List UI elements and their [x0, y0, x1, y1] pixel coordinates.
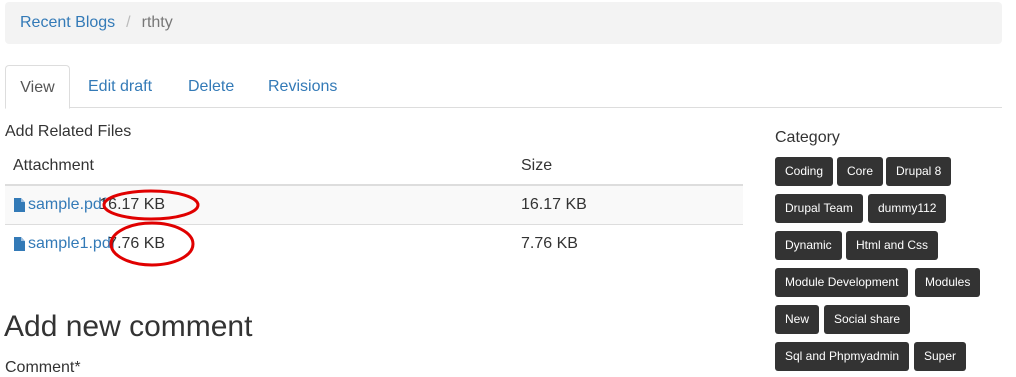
table-row: sample.pdf 16.17 KB 16.17 KB — [5, 186, 743, 225]
file-inline-size: 16.17 KB — [99, 196, 166, 213]
breadcrumb-separator: / — [126, 14, 131, 31]
tab-delete[interactable]: Delete — [188, 65, 234, 108]
file-icon — [14, 237, 25, 251]
category-tag[interactable]: Super — [914, 342, 967, 371]
tab-edit-draft[interactable]: Edit draft — [88, 65, 152, 108]
file-icon — [14, 198, 25, 212]
attachment-cell: sample.pdf 16.17 KB — [13, 186, 165, 224]
tab-revisions[interactable]: Revisions — [268, 65, 337, 108]
file-link-sample[interactable]: sample.pdf — [13, 196, 106, 214]
column-header-size: Size — [521, 156, 553, 174]
category-title: Category — [775, 129, 840, 146]
category-tag[interactable]: Sql and Phpmyadmin — [775, 342, 910, 371]
category-block: Category — [775, 128, 1005, 148]
comment-field-label: Comment* — [5, 359, 81, 376]
files-section-title: Add Related Files — [5, 123, 132, 140]
category-tag[interactable]: Modules — [915, 268, 981, 297]
file-size: 7.76 KB — [521, 235, 578, 252]
breadcrumb-current: rthty — [141, 14, 173, 31]
category-tag[interactable]: Module Development — [775, 268, 909, 297]
category-tag[interactable]: Coding — [775, 157, 834, 186]
column-header-attachment: Attachment — [13, 156, 94, 174]
table-header: Attachment Size — [5, 147, 743, 186]
category-tag[interactable]: Drupal 8 — [886, 157, 952, 186]
category-tag[interactable]: Html and Css — [846, 231, 939, 260]
file-inline-size: 7.76 KB — [108, 235, 166, 252]
table-row: sample1.pdf 7.76 KB 7.76 KB — [5, 225, 743, 263]
category-tag[interactable]: Social share — [824, 305, 911, 334]
breadcrumb: Recent Blogs / rthty — [5, 2, 1002, 44]
category-tag[interactable]: Core — [837, 157, 884, 186]
file-link-sample1[interactable]: sample1.pdf — [13, 235, 115, 253]
file-name: sample1.pdf — [28, 235, 116, 252]
comment-section-title: Add new comment — [4, 310, 253, 343]
category-tag[interactable]: Dynamic — [775, 231, 842, 260]
tabs: View Edit draft Delete Revisions — [5, 65, 1002, 109]
attachment-cell: sample1.pdf 7.76 KB — [13, 225, 165, 263]
file-size: 16.17 KB — [521, 196, 587, 213]
breadcrumb-recent-blogs[interactable]: Recent Blogs — [20, 14, 115, 32]
tab-view[interactable]: View — [5, 65, 70, 109]
category-tag[interactable]: dummy112 — [868, 194, 947, 223]
category-tag[interactable]: Drupal Team — [775, 194, 863, 223]
file-name: sample.pdf — [28, 196, 107, 213]
category-tag[interactable]: New — [775, 305, 820, 334]
